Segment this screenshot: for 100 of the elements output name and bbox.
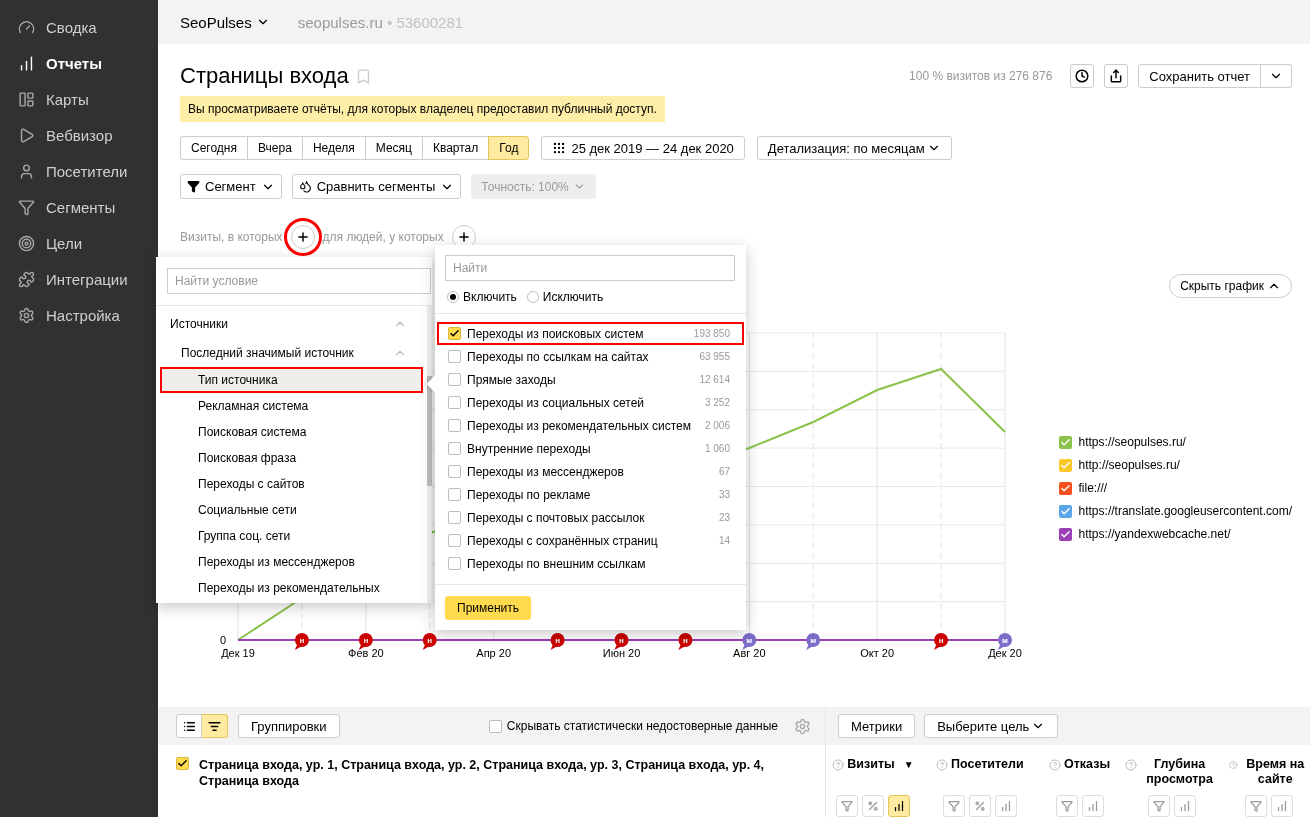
checkbox[interactable]: [176, 757, 189, 770]
condition-item[interactable]: Поисковая система: [160, 419, 423, 445]
period-tab[interactable]: Квартал: [421, 136, 490, 160]
filter-option[interactable]: Внутренние переходы 1 060: [437, 437, 744, 460]
condition-item[interactable]: Группа соц. сети: [160, 523, 423, 549]
condition-item[interactable]: Рекламная система: [160, 393, 423, 419]
mode-radio[interactable]: Исключить: [526, 290, 604, 304]
legend-item[interactable]: http://seopulses.ru/: [1058, 458, 1292, 472]
note-marker[interactable]: м: [806, 633, 821, 650]
sidebar-item[interactable]: Цели: [0, 225, 158, 261]
export-button[interactable]: [1104, 64, 1129, 88]
help-icon[interactable]: [1124, 759, 1137, 771]
help-icon[interactable]: [832, 759, 845, 771]
filter-option[interactable]: Переходы с сохранённых страниц 14: [437, 529, 744, 552]
column-header[interactable]: Отказы: [1064, 757, 1111, 772]
period-tab[interactable]: Неделя: [301, 136, 366, 160]
filter-option[interactable]: Переходы по ссылкам на сайтах 63 955: [437, 345, 744, 368]
note-marker[interactable]: н: [614, 633, 629, 650]
filter-option[interactable]: Переходы из поисковых систем 193 850: [437, 322, 744, 345]
apply-button[interactable]: Применить: [445, 596, 531, 620]
condition-item[interactable]: Переходы из мессенджеров: [160, 549, 423, 575]
help-icon[interactable]: [936, 759, 948, 771]
filter-option[interactable]: Переходы из рекомендательных систем 2 006: [437, 414, 744, 437]
legend-checkbox[interactable]: [1058, 435, 1072, 449]
sidebar-item[interactable]: Вебвизор: [0, 117, 158, 153]
view-toggle[interactable]: [202, 714, 228, 738]
date-range-button[interactable]: 25 дек 2019 — 24 дек 2020: [541, 136, 745, 160]
hide-chart-button[interactable]: Скрыть график: [1169, 274, 1292, 298]
legend-item[interactable]: file:///: [1058, 481, 1292, 495]
checkbox[interactable]: [448, 488, 461, 501]
filter-option[interactable]: Переходы из мессенджеров 67: [437, 460, 744, 483]
column-header[interactable]: Глубина просмотра: [1139, 757, 1220, 787]
radio-dot[interactable]: [447, 291, 459, 303]
save-options-button[interactable]: [1261, 64, 1292, 88]
metrics-button[interactable]: Метрики: [838, 714, 916, 738]
filter-option[interactable]: Прямые заходы 12 614: [437, 368, 744, 391]
filter-option[interactable]: Переходы из социальных сетей 3 252: [437, 391, 744, 414]
condition-item[interactable]: Переходы с сайтов: [160, 471, 423, 497]
sidebar-item[interactable]: Отчеты: [0, 45, 158, 81]
checkbox[interactable]: [448, 511, 461, 524]
legend-checkbox[interactable]: [1058, 527, 1072, 541]
note-marker[interactable]: н: [550, 633, 565, 650]
save-report-button[interactable]: Сохранить отчет: [1138, 64, 1261, 88]
filter-option[interactable]: Переходы с почтовых рассылок 23: [437, 506, 744, 529]
column-tool-button[interactable]: [887, 795, 910, 817]
history-button[interactable]: [1070, 64, 1095, 88]
mode-radio[interactable]: Включить: [447, 290, 517, 304]
account-switcher[interactable]: SeoPulses: [180, 13, 270, 31]
checkbox[interactable]: [448, 396, 461, 409]
search-field[interactable]: Найти условие: [167, 268, 431, 294]
condition-item[interactable]: Поисковая фраза: [160, 445, 423, 471]
note-marker[interactable]: м: [742, 633, 757, 650]
condition-item[interactable]: Переходы из рекомендательных: [160, 575, 423, 601]
sidebar-item[interactable]: Настройка: [0, 297, 158, 333]
condition-item[interactable]: Источники: [160, 309, 423, 338]
sidebar-item[interactable]: Посетители: [0, 153, 158, 189]
sidebar-item[interactable]: Интеграции: [0, 261, 158, 297]
segment-button[interactable]: Сегмент: [180, 174, 282, 199]
note-marker[interactable]: н: [678, 633, 693, 650]
condition-item[interactable]: Социальные сети: [160, 497, 423, 523]
view-toggle[interactable]: [176, 714, 202, 738]
legend-checkbox[interactable]: [1058, 481, 1072, 495]
groupings-button[interactable]: Группировки: [238, 714, 340, 738]
sidebar-item[interactable]: Сводка: [0, 9, 158, 45]
hide-unreliable-checkbox[interactable]: Скрывать статистически недостоверные данные: [488, 719, 778, 733]
condition-item[interactable]: Последний значимый источник: [160, 338, 423, 367]
period-tab[interactable]: Вчера: [247, 136, 303, 160]
note-marker[interactable]: м: [998, 633, 1012, 650]
legend-item[interactable]: https://translate.googleusercontent.com/: [1058, 504, 1292, 518]
sidebar-item[interactable]: Сегменты: [0, 189, 158, 225]
period-tab[interactable]: Год: [488, 136, 530, 160]
checkbox[interactable]: [448, 465, 461, 478]
column-header[interactable]: Визиты: [847, 757, 895, 772]
sort-indicator[interactable]: ▼: [903, 757, 914, 772]
detail-dropdown[interactable]: Детализация: по месяцам: [756, 136, 952, 160]
filter-option[interactable]: Переходы по рекламе 33: [437, 483, 744, 506]
note-marker[interactable]: н: [934, 633, 949, 650]
goal-dropdown[interactable]: Выберите цель: [924, 714, 1059, 738]
help-icon[interactable]: [1228, 759, 1238, 771]
checkbox[interactable]: [448, 327, 461, 340]
column-header[interactable]: Время на сайте: [1240, 757, 1310, 787]
column-header[interactable]: Посетители: [951, 757, 1024, 772]
note-marker[interactable]: н: [358, 633, 373, 650]
help-icon[interactable]: [1049, 759, 1061, 771]
condition-item[interactable]: Тип источника: [160, 367, 423, 393]
checkbox[interactable]: [448, 534, 461, 547]
legend-checkbox[interactable]: [1058, 504, 1072, 518]
checkbox[interactable]: [448, 442, 461, 455]
legend-item[interactable]: https://yandexwebcache.net/: [1058, 527, 1292, 541]
legend-checkbox[interactable]: [1058, 458, 1072, 472]
period-tab[interactable]: Месяц: [364, 136, 423, 160]
scrollbar[interactable]: [427, 306, 432, 603]
filter-option[interactable]: Переходы по внешним ссылкам: [437, 552, 744, 575]
checkbox[interactable]: [448, 373, 461, 386]
checkbox[interactable]: [448, 557, 461, 570]
search-field[interactable]: Найти: [445, 255, 735, 281]
compare-segments-button[interactable]: Сравнить сегменты: [291, 174, 462, 199]
checkbox[interactable]: [488, 719, 502, 733]
period-tab[interactable]: Сегодня: [180, 136, 248, 160]
checkbox[interactable]: [448, 419, 461, 432]
